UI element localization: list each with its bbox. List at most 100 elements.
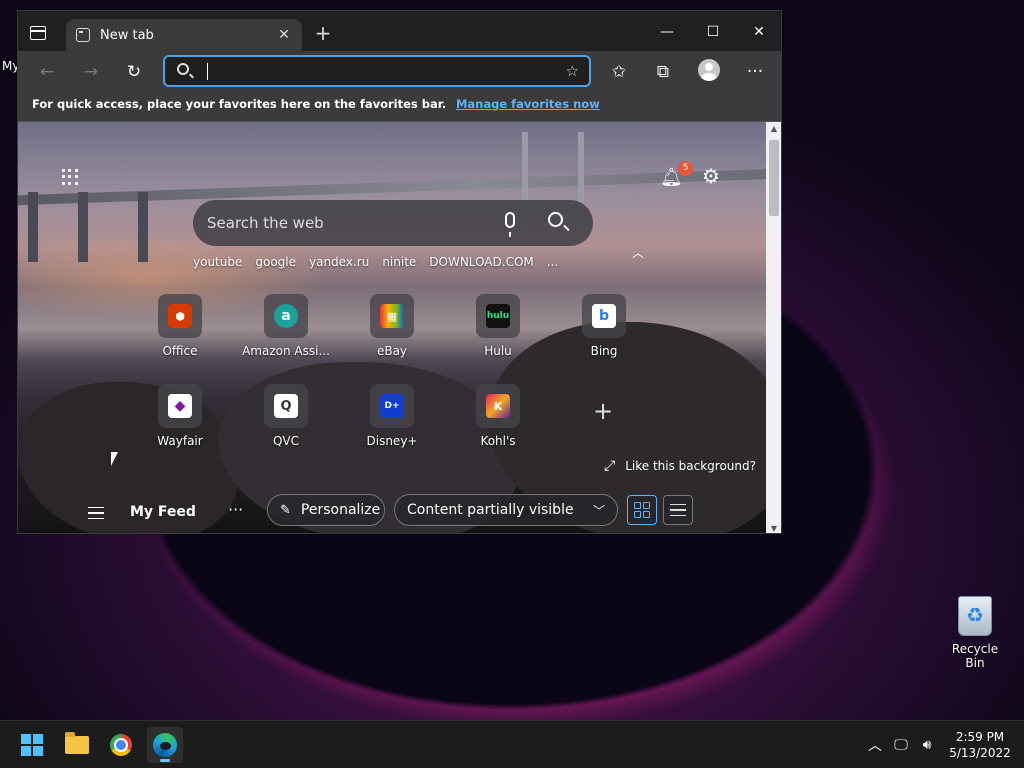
tile-disney-plus[interactable]: D+ Disney+ xyxy=(347,384,437,448)
page-settings-gear-icon[interactable]: ⚙ xyxy=(702,164,720,188)
recycle-bin-icon xyxy=(958,596,992,636)
page-scrollbar[interactable]: ▲ ▼ xyxy=(766,122,781,533)
like-background-link[interactable]: ⤢ Like this background? xyxy=(604,458,756,474)
clock[interactable]: 2:59 PM 5/13/2022 xyxy=(940,729,1020,761)
minimize-button[interactable]: — xyxy=(644,19,690,45)
show-hidden-icons-chevron-icon[interactable]: ︿ xyxy=(862,730,888,760)
tile-hulu[interactable]: hulu Hulu xyxy=(453,294,543,358)
tile-label: Amazon Assi... xyxy=(242,344,330,358)
tile-amazon-assistant[interactable]: a Amazon Assi... xyxy=(241,294,331,358)
tile-label: QVC xyxy=(272,434,300,448)
tile-bing[interactable]: b Bing xyxy=(559,294,649,358)
tile-label: eBay xyxy=(376,344,408,358)
volume-icon[interactable]: 🔊︎ xyxy=(914,730,940,760)
address-bar[interactable]: ☆ xyxy=(163,55,591,87)
microphone-icon[interactable] xyxy=(505,212,515,237)
edge-button[interactable] xyxy=(147,727,183,763)
search-icon xyxy=(177,63,189,75)
taskbar: ︿ 🖵︎ 🔊︎ 2:59 PM 5/13/2022 xyxy=(0,720,1024,768)
address-input[interactable] xyxy=(203,60,543,82)
ebay-logo-icon: ▦ xyxy=(380,304,404,328)
tab-new-tab[interactable]: New tab ✕ xyxy=(66,19,302,51)
disney-plus-logo-icon: D+ xyxy=(380,394,404,418)
list-view-button[interactable] xyxy=(663,495,693,525)
back-icon[interactable]: ← xyxy=(34,59,60,85)
pencil-icon: ✎ xyxy=(280,502,291,518)
start-button[interactable] xyxy=(14,727,50,763)
chrome-icon xyxy=(110,734,132,756)
content-visibility-dropdown[interactable]: Content partially visible ﹀ xyxy=(394,494,618,526)
recycle-bin-shortcut[interactable]: Recycle Bin xyxy=(942,596,1008,670)
quick-link[interactable]: ninite xyxy=(382,255,416,273)
new-tab-page: 🔔︎ 5 ⚙ Search the web youtube google yan… xyxy=(18,122,766,533)
grid-view-button[interactable] xyxy=(627,495,657,525)
content-visibility-value: Content partially visible xyxy=(407,502,574,518)
clock-time: 2:59 PM xyxy=(955,730,1005,744)
add-favorite-icon[interactable]: ☆ xyxy=(566,62,579,80)
feed-more-options[interactable]: ··· xyxy=(228,500,243,519)
favorites-icon[interactable]: ✩ xyxy=(606,59,632,85)
collapse-links-icon[interactable]: ︿ xyxy=(632,244,644,261)
chevron-down-icon: ﹀ xyxy=(592,503,605,518)
forward-icon[interactable]: → xyxy=(78,59,104,85)
expand-arrows-icon: ⤢ xyxy=(604,458,616,474)
my-feed-tab[interactable]: My Feed xyxy=(130,504,196,520)
settings-more-icon[interactable]: ··· xyxy=(742,59,768,85)
file-explorer-button[interactable] xyxy=(59,727,95,763)
quick-link[interactable]: google xyxy=(255,255,296,273)
quick-link[interactable]: DOWNLOAD.COM xyxy=(429,255,533,273)
qvc-logo-icon: Q xyxy=(274,394,298,418)
personalize-button[interactable]: ✎ Personalize xyxy=(267,494,385,526)
quick-links-row: youtube google yandex.ru ninite DOWNLOAD… xyxy=(193,255,571,273)
wayfair-logo-icon: ◆ xyxy=(168,394,192,418)
quick-link[interactable]: yandex.ru xyxy=(309,255,369,273)
scrollbar-thumb[interactable] xyxy=(769,140,779,216)
list-view-icon xyxy=(670,504,686,516)
web-search-box[interactable]: Search the web xyxy=(193,200,593,246)
maximize-button[interactable]: ☐ xyxy=(690,19,736,45)
recycle-bin-label: Recycle Bin xyxy=(951,642,999,670)
tile-qvc[interactable]: Q QVC xyxy=(241,384,331,448)
tile-label: Disney+ xyxy=(366,434,418,448)
favorites-bar-message: For quick access, place your favorites h… xyxy=(32,97,447,111)
feed-menu-icon[interactable] xyxy=(88,507,104,519)
apps-launcher-icon[interactable] xyxy=(62,169,78,185)
grid-view-icon xyxy=(634,502,650,518)
profile-avatar[interactable] xyxy=(698,59,720,81)
amazon-logo-icon: a xyxy=(274,304,298,328)
scroll-down-icon[interactable]: ▼ xyxy=(766,524,781,533)
tile-label: Hulu xyxy=(484,344,512,358)
chrome-button[interactable] xyxy=(103,727,139,763)
tile-label: Bing xyxy=(590,344,618,358)
new-tab-page-icon xyxy=(76,28,90,42)
close-window-button[interactable]: ✕ xyxy=(736,19,781,45)
personalize-label: Personalize xyxy=(300,502,381,518)
like-background-text: Like this background? xyxy=(625,459,756,473)
quick-link[interactable]: youtube xyxy=(193,255,242,273)
scroll-up-icon[interactable]: ▲ xyxy=(766,124,781,133)
collections-icon[interactable]: ⧉ xyxy=(650,59,676,85)
background-pier xyxy=(28,192,38,262)
tile-label: Office xyxy=(162,344,198,358)
add-site-plus-icon[interactable]: + xyxy=(593,397,613,425)
web-search-placeholder: Search the web xyxy=(207,214,324,232)
system-tray: ︿ 🖵︎ 🔊︎ xyxy=(862,721,940,768)
tab-actions-icon[interactable] xyxy=(30,26,46,40)
background-pier xyxy=(78,192,88,262)
edge-browser-window: New tab ✕ + — ☐ ✕ ← → ↻ ☆ ✩ ⧉ ··· For qu… xyxy=(17,10,782,534)
edge-icon xyxy=(153,733,177,757)
navigation-toolbar: ← → ↻ ☆ ✩ ⧉ ··· xyxy=(18,51,781,91)
manage-favorites-link[interactable]: Manage favorites now xyxy=(456,97,600,111)
network-icon[interactable]: 🖵︎ xyxy=(888,730,914,760)
kohls-logo-icon: K xyxy=(486,394,510,418)
tile-office[interactable]: ⬢ Office xyxy=(135,294,225,358)
new-tab-button[interactable]: + xyxy=(312,23,334,45)
tile-wayfair[interactable]: ◆ Wayfair xyxy=(135,384,225,448)
tile-label: Kohl's xyxy=(480,434,516,448)
tile-ebay[interactable]: ▦ eBay xyxy=(347,294,437,358)
refresh-icon[interactable]: ↻ xyxy=(121,59,147,85)
search-icon[interactable] xyxy=(548,212,563,227)
tile-kohls[interactable]: K Kohl's xyxy=(453,384,543,448)
close-tab-icon[interactable]: ✕ xyxy=(276,27,292,43)
quick-links-more[interactable]: ... xyxy=(547,255,558,273)
